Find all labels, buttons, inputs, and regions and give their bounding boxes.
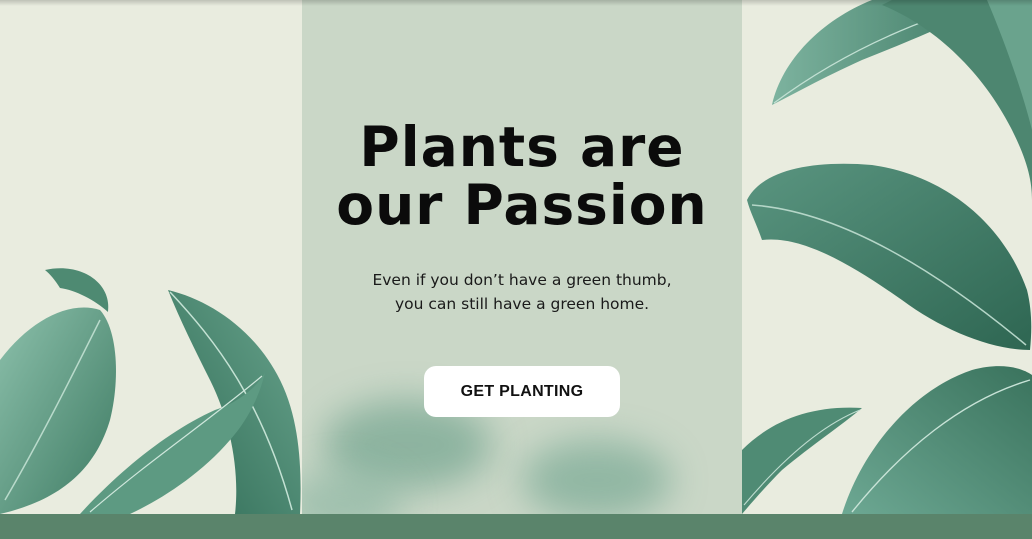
get-planting-button[interactable]: GET PLANTING [424, 366, 620, 417]
left-leaf-panel [0, 0, 302, 514]
headline-line-1: Plants are [359, 115, 685, 179]
subtext-line-2: you can still have a green home. [394, 295, 650, 313]
hero-subtext: Even if you don’t have a green thumb, yo… [302, 268, 742, 316]
right-leaf-panel [742, 0, 1032, 514]
hero-panel: Plants are our Passion Even if you don’t… [302, 0, 742, 514]
top-shadow [0, 0, 1032, 6]
hero-headline: Plants are our Passion [302, 118, 742, 234]
blurred-leaf-shadow [522, 440, 672, 514]
headline-line-2: our Passion [336, 173, 708, 237]
left-leaves-icon [0, 268, 301, 514]
footer-bar [0, 514, 1032, 539]
right-leaves-icon [742, 0, 1032, 514]
subtext-line-1: Even if you don’t have a green thumb, [372, 271, 672, 289]
